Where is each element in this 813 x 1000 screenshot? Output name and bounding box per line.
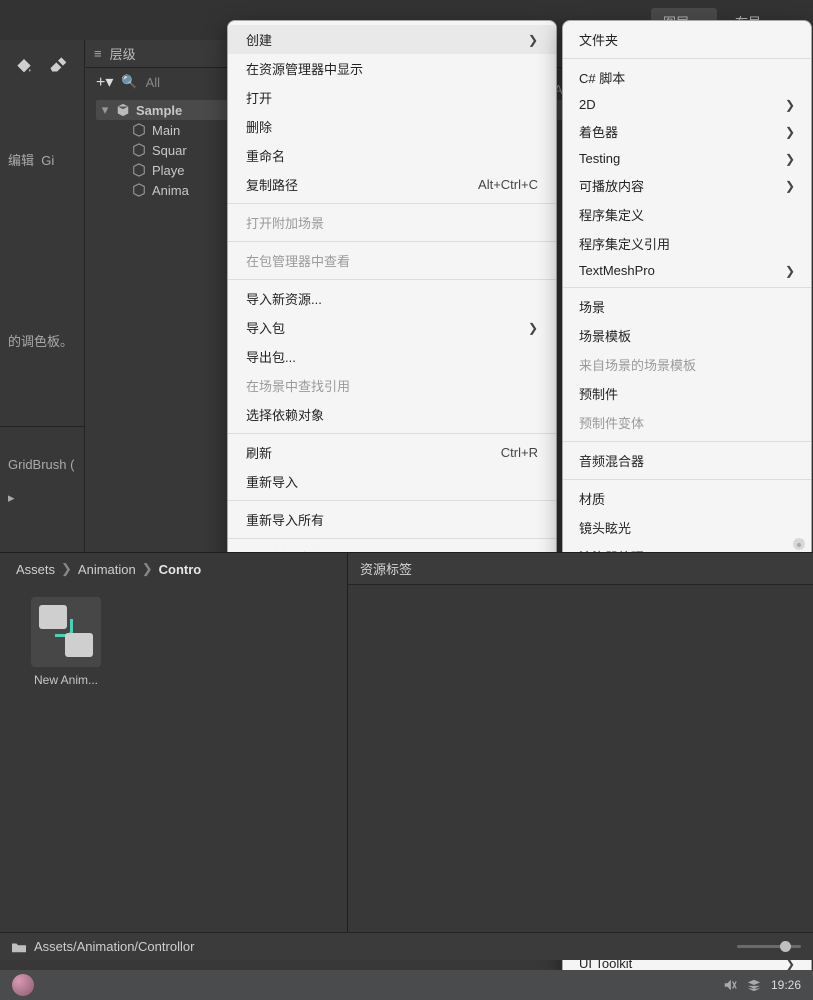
search-input[interactable]: All bbox=[146, 75, 160, 90]
submenu-audio-mixer[interactable]: 音频混合器 bbox=[563, 446, 811, 475]
edit-label: 编辑 Gi bbox=[0, 144, 84, 175]
menu-import-package[interactable]: 导入包❯ bbox=[228, 313, 556, 342]
status-bar: 19:26 bbox=[0, 970, 813, 1000]
separator bbox=[228, 203, 556, 204]
chevron-right-icon: ❯ bbox=[777, 152, 795, 166]
project-panel: Assets ❯ Animation ❯ Contro New Anim... … bbox=[0, 552, 813, 960]
menu-open[interactable]: 打开 bbox=[228, 83, 556, 112]
menu-export-package[interactable]: 导出包... bbox=[228, 342, 556, 371]
unity-icon bbox=[116, 103, 130, 117]
asset-tags-header: 资源标签 bbox=[348, 553, 813, 585]
chevron-right-icon: ❯ bbox=[142, 561, 153, 577]
paint-bucket-icon[interactable] bbox=[14, 54, 34, 74]
menu-select-dependencies[interactable]: 选择依赖对象 bbox=[228, 400, 556, 429]
layers-icon[interactable] bbox=[747, 978, 761, 992]
breadcrumb-segment[interactable]: Animation bbox=[78, 562, 136, 577]
gameobject-icon bbox=[132, 183, 146, 197]
separator bbox=[228, 538, 556, 539]
menu-show-in-explorer[interactable]: 在资源管理器中显示 bbox=[228, 54, 556, 83]
separator bbox=[563, 441, 811, 442]
chevron-right-icon: ❯ bbox=[520, 321, 538, 335]
chevron-right-icon: ❯ bbox=[777, 179, 795, 193]
submenu-scene[interactable]: 场景 bbox=[563, 292, 811, 321]
separator bbox=[563, 58, 811, 59]
menu-reimport[interactable]: 重新导入 bbox=[228, 467, 556, 496]
breadcrumb-segment[interactable]: Assets bbox=[16, 562, 55, 577]
submenu-csharp-script[interactable]: C# 脚本 bbox=[563, 63, 811, 92]
user-avatar[interactable] bbox=[12, 974, 34, 996]
clock-time: 19:26 bbox=[771, 978, 801, 992]
separator bbox=[228, 433, 556, 434]
menu-open-additive-scene: 打开附加场景 bbox=[228, 208, 556, 237]
menu-find-ref-in-scene: 在场景中查找引用 bbox=[228, 371, 556, 400]
gameobject-icon bbox=[132, 163, 146, 177]
animator-controller-icon bbox=[31, 597, 101, 667]
submenu-2d[interactable]: 2D❯ bbox=[563, 92, 811, 117]
separator bbox=[563, 479, 811, 480]
submenu-shader[interactable]: 着色器❯ bbox=[563, 117, 811, 146]
chevron-right-icon: ❯ bbox=[777, 264, 795, 278]
asset-label: New Anim... bbox=[20, 673, 112, 687]
gameobject-icon bbox=[132, 123, 146, 137]
chevron-right-icon: ❯ bbox=[777, 125, 795, 139]
submenu-assembly-definition[interactable]: 程序集定义 bbox=[563, 200, 811, 229]
separator bbox=[228, 241, 556, 242]
submenu-prefab-variant: 预制件变体 bbox=[563, 408, 811, 437]
search-icon[interactable]: 🔍 bbox=[121, 74, 137, 90]
separator bbox=[228, 500, 556, 501]
folder-icon bbox=[12, 941, 26, 953]
gameobject-icon bbox=[132, 143, 146, 157]
project-footer: Assets/Animation/Controllor bbox=[0, 932, 813, 960]
breadcrumb-current: Contro bbox=[159, 562, 202, 577]
chevron-right-icon: ❯ bbox=[61, 561, 72, 577]
submenu-scene-template[interactable]: 场景模板 bbox=[563, 321, 811, 350]
thumbnail-size-slider[interactable] bbox=[737, 945, 801, 948]
menu-reimport-all[interactable]: 重新导入所有 bbox=[228, 505, 556, 534]
footer-path: Assets/Animation/Controllor bbox=[34, 939, 194, 954]
asset-item[interactable]: New Anim... bbox=[20, 597, 112, 687]
menu-view-in-package-manager: 在包管理器中查看 bbox=[228, 246, 556, 275]
palette-hint: 的调色板。 bbox=[0, 325, 84, 356]
menu-import-new-asset[interactable]: 导入新资源... bbox=[228, 284, 556, 313]
submenu-playables[interactable]: 可播放内容❯ bbox=[563, 171, 811, 200]
menu-refresh[interactable]: 刷新Ctrl+R bbox=[228, 438, 556, 467]
hierarchy-tab[interactable]: 层级 bbox=[110, 44, 136, 63]
submenu-prefab[interactable]: 预制件 bbox=[563, 379, 811, 408]
separator bbox=[563, 287, 811, 288]
submenu-testing[interactable]: Testing❯ bbox=[563, 146, 811, 171]
separator bbox=[228, 279, 556, 280]
menu-delete[interactable]: 删除 bbox=[228, 112, 556, 141]
add-button[interactable]: +▾ bbox=[96, 72, 113, 92]
submenu-assembly-definition-reference[interactable]: 程序集定义引用 bbox=[563, 229, 811, 258]
gridbrush-label: GridBrush ( bbox=[0, 451, 84, 478]
mute-icon[interactable] bbox=[723, 978, 737, 992]
gear-icon[interactable] bbox=[791, 537, 807, 553]
menu-rename[interactable]: 重命名 bbox=[228, 141, 556, 170]
breadcrumb[interactable]: Assets ❯ Animation ❯ Contro bbox=[0, 553, 217, 585]
asset-tag-panel: 资源标签 bbox=[347, 553, 813, 960]
eraser-icon[interactable] bbox=[48, 54, 68, 74]
chevron-right-icon: ❯ bbox=[520, 33, 538, 47]
submenu-lens-flare[interactable]: 镜头眩光 bbox=[563, 513, 811, 542]
menu-copy-path[interactable]: 复制路径Alt+Ctrl+C bbox=[228, 170, 556, 199]
menu-create[interactable]: 创建❯ bbox=[228, 25, 556, 54]
chevron-right-icon: ❯ bbox=[777, 98, 795, 112]
submenu-material[interactable]: 材质 bbox=[563, 484, 811, 513]
hierarchy-menu-icon[interactable]: ≡ bbox=[94, 46, 102, 61]
submenu-folder[interactable]: 文件夹 bbox=[563, 25, 811, 54]
submenu-scene-template-from-scene: 来自场景的场景模板 bbox=[563, 350, 811, 379]
submenu-textmeshpro[interactable]: TextMeshPro❯ bbox=[563, 258, 811, 283]
